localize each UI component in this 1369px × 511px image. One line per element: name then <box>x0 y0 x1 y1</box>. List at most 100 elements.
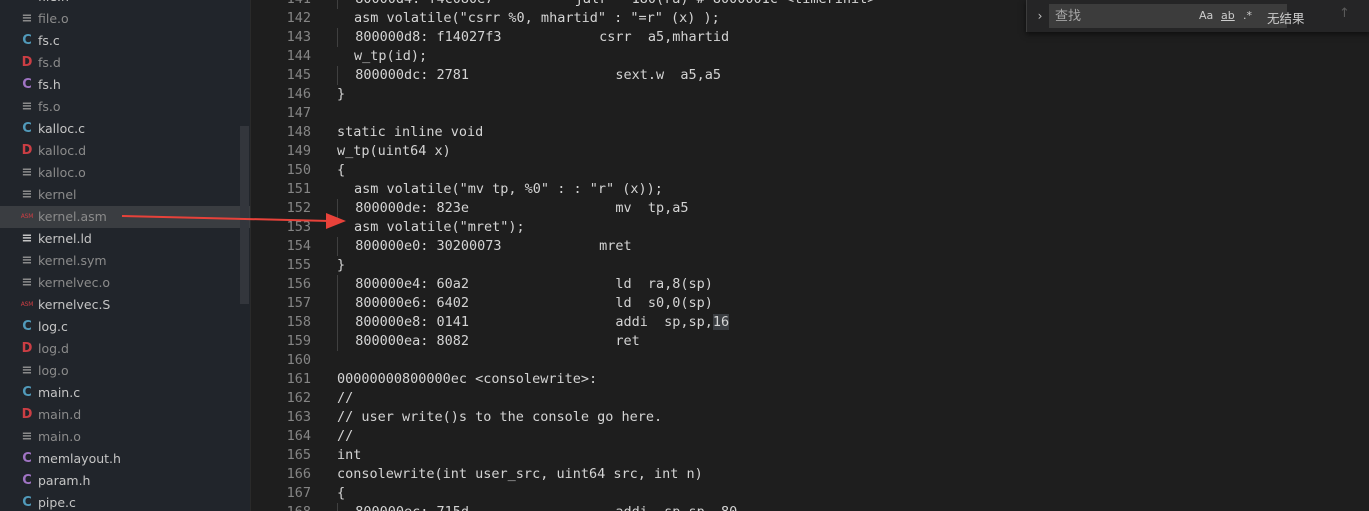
file-item[interactable]: ≡ kernel.ld <box>0 228 250 250</box>
code-text: w_tp(uint64 x) <box>337 143 451 159</box>
code-text: 800000e8: 0141 addi sp,sp,16 <box>339 314 730 330</box>
code-text: 800000e0: 30200073 mret <box>339 238 632 254</box>
file-item[interactable]: Dkalloc.d <box>0 140 250 162</box>
file-name: pipe.c <box>38 495 76 510</box>
text-file-icon: ≡ <box>21 253 33 268</box>
file-name: kalloc.o <box>38 165 86 180</box>
code-line: 164 // <box>251 427 1369 446</box>
code-text: consolewrite(int user_src, uint64 src, i… <box>337 466 703 482</box>
line-number: 142 <box>286 10 311 26</box>
file-item[interactable]: ≡ main.o <box>0 426 250 448</box>
code-lines: 141 80000d4: f4c080e7 jalr -180(ra) # 80… <box>251 0 1369 511</box>
code-line: 150 { <box>251 161 1369 180</box>
line-number: 143 <box>286 29 311 45</box>
code-line: 157 800000e6: 6402 ld s0,0(sp) <box>251 294 1369 313</box>
line-number: 141 <box>251 0 311 9</box>
file-item[interactable]: Cfs.c <box>0 30 250 52</box>
line-number: 153 <box>286 219 311 235</box>
code-text: 800000de: 823e mv tp,a5 <box>339 200 689 216</box>
line-number: 168 <box>251 503 311 511</box>
file-item[interactable]: Cpipe.c <box>0 492 250 511</box>
code-text: w_tp(id); <box>354 48 428 64</box>
code-text: // user write()s to the console go here. <box>337 409 663 425</box>
code-text: { <box>337 485 346 501</box>
code-editor[interactable]: 141 80000d4: f4c080e7 jalr -180(ra) # 80… <box>251 0 1369 511</box>
line-number: 167 <box>286 485 311 501</box>
c-file-icon: C <box>20 0 34 8</box>
find-expand-toggle-icon[interactable]: › <box>1033 7 1047 25</box>
file-name: kalloc.c <box>38 121 85 136</box>
use-regex-toggle[interactable]: .* <box>1243 9 1252 22</box>
c-file-icon: C <box>22 495 32 510</box>
find-result-text: 无结果 <box>1267 11 1305 26</box>
indent-guide <box>337 28 338 47</box>
file-explorer: Cfile.h≡file.oCfs.cDfs.dCfs.h≡fs.oCkallo… <box>0 0 250 511</box>
file-item[interactable]: Cmemlayout.h <box>0 448 250 470</box>
file-item[interactable]: Ckalloc.c <box>0 118 250 140</box>
code-line: 163 // user write()s to the console go he… <box>251 408 1369 427</box>
code-line: 149 w_tp(uint64 x) <box>251 142 1369 161</box>
line-number: 157 <box>286 295 311 311</box>
code-text: 800000ea: 8082 ret <box>339 333 640 349</box>
code-line: 165 int <box>251 446 1369 465</box>
text-file-icon: ≡ <box>21 363 33 378</box>
file-name: file.o <box>38 11 69 26</box>
file-item[interactable]: Cparam.h <box>0 470 250 492</box>
file-item[interactable]: ASM kernelvec.S <box>0 294 250 316</box>
file-item[interactable]: Clog.c <box>0 316 250 338</box>
file-item[interactable]: Dlog.d <box>0 338 250 360</box>
line-number: 150 <box>286 162 311 178</box>
file-item[interactable]: ≡ file.o <box>0 8 250 30</box>
line-number: 160 <box>286 352 311 368</box>
code-text: // <box>337 390 354 406</box>
file-item[interactable]: ≡ kernelvec.o <box>0 272 250 294</box>
file-name: kernel.ld <box>38 231 92 246</box>
file-item[interactable]: ≡ kalloc.o <box>0 162 250 184</box>
code-text: 800000ec: 715d addi sp,sp,-80 <box>339 503 737 511</box>
file-item[interactable]: Cmain.c <box>0 382 250 404</box>
code-line: 153 asm volatile("mret"); <box>251 218 1369 237</box>
code-text: asm volatile("mv tp, %0" : : "r" (x)); <box>354 181 663 197</box>
code-line: 147 <box>251 104 1369 123</box>
c-file-icon: C <box>22 451 32 466</box>
code-line: 162 // <box>251 389 1369 408</box>
code-line: 160 <box>251 351 1369 370</box>
file-item[interactable]: Cfile.h <box>0 0 250 8</box>
line-number: 155 <box>286 257 311 273</box>
file-item[interactable]: Dfs.d <box>0 52 250 74</box>
indent-guide <box>337 199 338 218</box>
code-text: // <box>337 428 354 444</box>
file-item[interactable]: Cfs.h <box>0 74 250 96</box>
line-number: 158 <box>286 314 311 330</box>
c-file-icon: C <box>22 319 32 334</box>
code-line: 145 800000dc: 2781 sext.w a5,a5 <box>251 66 1369 85</box>
file-list: Cfile.h≡file.oCfs.cDfs.dCfs.h≡fs.oCkallo… <box>0 0 250 511</box>
indent-guide <box>337 237 338 256</box>
file-item[interactable]: ≡ kernel.sym <box>0 250 250 272</box>
code-line: 161 00000000800000ec <consolewrite>: <box>251 370 1369 389</box>
file-name: kernel.asm <box>38 209 107 224</box>
previous-match-icon[interactable]: ↑ <box>1339 6 1350 21</box>
file-item[interactable]: ASM kernel.asm <box>0 206 250 228</box>
c-file-icon: C <box>22 77 32 92</box>
d-file-icon: D <box>21 407 33 422</box>
code-line: 146} <box>251 85 1369 104</box>
file-name: param.h <box>38 473 91 488</box>
file-item[interactable]: ≡ fs.o <box>0 96 250 118</box>
text-file-icon: ≡ <box>21 231 33 246</box>
file-item[interactable]: ≡ kernel <box>0 184 250 206</box>
match-case-toggle[interactable]: Aa <box>1199 9 1213 22</box>
file-item[interactable]: ≡ log.o <box>0 360 250 382</box>
line-number: 156 <box>286 276 311 292</box>
code-text: 80000d4: f4c080e7 jalr -180(ra) # 800000… <box>339 0 875 9</box>
sidebar-scrollbar[interactable] <box>240 126 249 304</box>
line-number: 152 <box>286 200 311 216</box>
file-name: kernel.sym <box>38 253 107 268</box>
indent-guide <box>337 0 338 9</box>
match-whole-word-toggle[interactable]: ab <box>1221 9 1235 22</box>
code-line: 151 asm volatile("mv tp, %0" : : "r" (x))… <box>251 180 1369 199</box>
code-line: 168 800000ec: 715d addi sp,sp,-80 <box>251 503 1369 511</box>
file-item[interactable]: Dmain.d <box>0 404 250 426</box>
line-number: 163 <box>286 409 311 425</box>
line-number: 165 <box>286 447 311 463</box>
